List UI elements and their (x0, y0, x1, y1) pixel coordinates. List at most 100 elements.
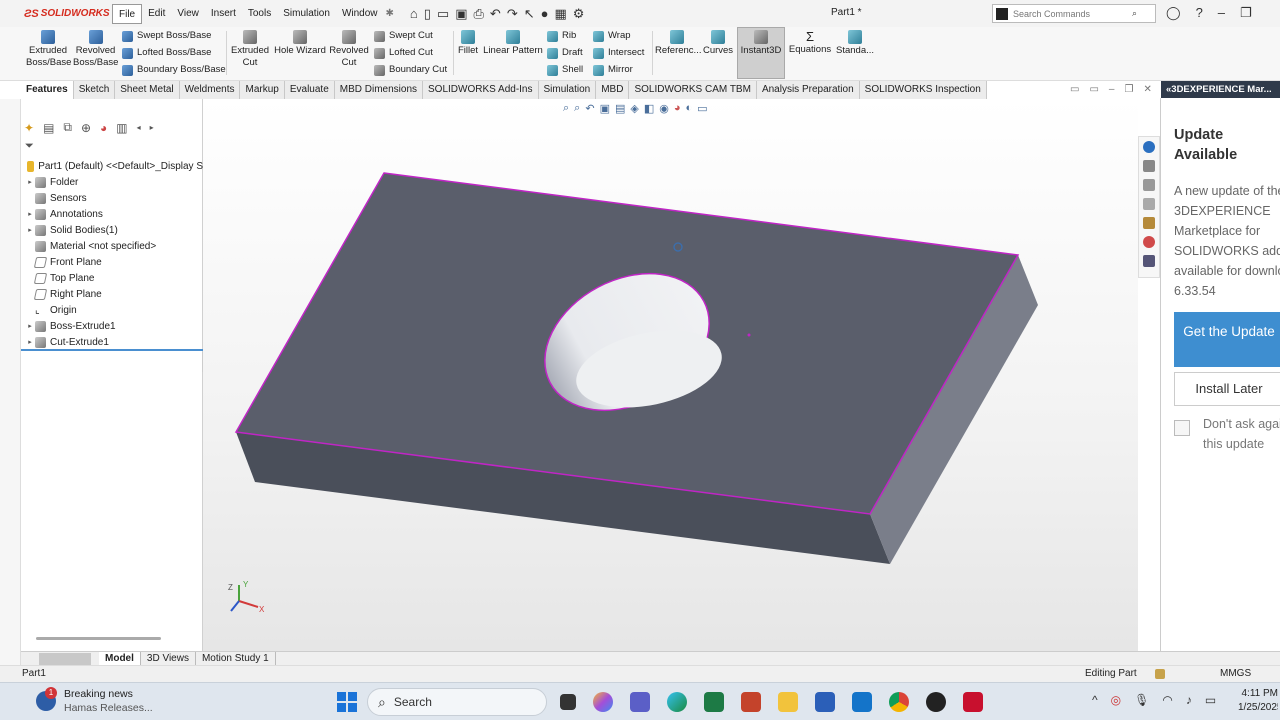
select-arrow-icon[interactable]: ↖ (524, 6, 535, 22)
tab-evaluate[interactable]: Evaluate (285, 81, 335, 99)
user-account-icon[interactable]: ◯ (1166, 5, 1181, 21)
revolved-boss-button[interactable]: Revolved Boss/Base (73, 30, 118, 69)
news-widget[interactable]: 1 Breaking news Hamas Releases... (36, 687, 153, 715)
revolved-cut-button[interactable]: Revolved Cut (329, 30, 369, 69)
home-icon[interactable]: ⌂ (410, 6, 418, 21)
curves-button[interactable]: Curves (702, 30, 734, 57)
traffic-light-icon[interactable]: ● (541, 6, 549, 21)
close-doc-icon[interactable]: ✕ (1143, 84, 1151, 95)
chrome-icon[interactable] (889, 692, 909, 712)
pin-icon[interactable]: ✱ (386, 8, 394, 19)
tab-simulation[interactable]: Simulation (539, 81, 597, 99)
file-explorer-icon[interactable] (1143, 198, 1155, 210)
tree-item-solid-bodies[interactable]: ▸ Solid Bodies(1) (21, 222, 203, 238)
tree-item-sensors[interactable]: Sensors (21, 190, 203, 206)
float-window-icon[interactable]: ▭ (1089, 84, 1098, 95)
feature-tree-scrollbar[interactable] (36, 637, 161, 640)
lofted-boss-button[interactable]: Lofted Boss/Base (122, 47, 211, 59)
antivirus-icon[interactable]: ◎ (1111, 693, 1121, 707)
undo-icon[interactable]: ↶ (490, 6, 501, 22)
taskbar-search-box[interactable]: ⌕ Search (367, 688, 547, 716)
new-document-icon[interactable]: ▯ (424, 6, 431, 22)
part-model[interactable] (203, 99, 1138, 651)
extruded-cut-button[interactable]: Extruded Cut (230, 30, 270, 69)
hole-wizard-button[interactable]: Hole Wizard (273, 30, 327, 57)
display-manager-icon[interactable]: ◕ (100, 121, 107, 135)
excel-icon[interactable] (704, 692, 724, 712)
print-icon[interactable]: ⎙ (474, 6, 484, 22)
dimxpert-manager-icon[interactable]: ⊕ (81, 121, 91, 135)
tree-item-right-plane[interactable]: Right Plane (21, 286, 203, 302)
tile-window-icon[interactable]: ▭ (1070, 84, 1079, 95)
recorder-icon[interactable] (926, 692, 946, 712)
feature-manager-tree-icon[interactable]: ✦ (24, 121, 34, 135)
reference-geometry-button[interactable]: Referenc... (655, 30, 701, 57)
tabs-right-arrow-icon[interactable]: ▸ (150, 123, 154, 132)
tree-item-origin[interactable]: ⌞ Origin (21, 302, 203, 318)
rollback-bar[interactable] (21, 349, 203, 351)
lofted-cut-button[interactable]: Lofted Cut (374, 47, 433, 59)
menu-view[interactable]: View (171, 4, 205, 24)
save-icon[interactable]: ▣ (455, 6, 467, 22)
wrap-button[interactable]: Wrap (593, 30, 631, 42)
swept-boss-button[interactable]: Swept Boss/Base (122, 30, 211, 42)
tab-mbd-dimensions[interactable]: MBD Dimensions (335, 81, 424, 99)
tab-solidworks-add-ins[interactable]: SOLIDWORKS Add-Ins (423, 81, 539, 99)
teams-icon[interactable] (630, 692, 650, 712)
graphics-area[interactable]: ⌕ ⌕ ↶ ▣ ▤ ◈ ◧ ◉ ◕ ◐ ▭ Z Y X (203, 99, 1138, 651)
menu-file[interactable]: File (112, 3, 143, 24)
tree-item-front-plane[interactable]: Front Plane (21, 254, 203, 270)
battery-icon[interactable]: ▭ (1205, 693, 1216, 707)
tree-item-folder[interactable]: ▸ Folder (21, 174, 203, 190)
standard-views-button[interactable]: Standa... (836, 30, 874, 57)
copilot-icon[interactable] (593, 692, 613, 712)
instant3d-button[interactable]: Instant3D (738, 30, 784, 57)
tab-motion-study-1[interactable]: Motion Study 1 (196, 652, 276, 665)
restore-window-icon[interactable]: ❐ (1240, 5, 1252, 21)
tab-analysis-preparation[interactable]: Analysis Preparation (757, 81, 860, 99)
draft-button[interactable]: Draft (547, 47, 583, 59)
taskbar-clock[interactable]: 4:11 PM 1/25/2025 (1238, 687, 1278, 715)
tab-scroll-arrows[interactable] (39, 652, 91, 665)
mirror-button[interactable]: Mirror (593, 64, 633, 76)
tab-features[interactable]: Features (21, 81, 74, 99)
tab-mbd[interactable]: MBD (596, 81, 630, 99)
search-icon[interactable]: ⌕ (1132, 8, 1137, 19)
view-palette-icon[interactable] (1143, 217, 1155, 229)
dont-ask-again-checkbox[interactable] (1174, 420, 1190, 436)
fillet-button[interactable]: Fillet (456, 30, 480, 57)
minimize-doc-icon[interactable]: – (1109, 84, 1115, 95)
tree-item-top-plane[interactable]: Top Plane (21, 270, 203, 286)
solidworks-logo[interactable]: ƧS SOLIDWORKS (0, 8, 112, 20)
tab-weldments[interactable]: Weldments (180, 81, 241, 99)
unit-system[interactable]: MMGS (1220, 666, 1251, 682)
file-explorer-icon[interactable] (778, 692, 798, 712)
show-hidden-icons-icon[interactable]: ^ (1092, 693, 1098, 707)
tab-model[interactable]: Model (99, 652, 141, 665)
filter-icon[interactable]: ⏷ (25, 140, 34, 153)
menu-edit[interactable]: Edit (142, 4, 171, 24)
install-later-button[interactable]: Install Later (1174, 372, 1280, 406)
property-manager-icon[interactable]: ▤ (43, 121, 54, 135)
tree-item-material[interactable]: Material <not specified> (21, 238, 203, 254)
tab-markup[interactable]: Markup (240, 81, 285, 99)
tree-item-boss-extrude1[interactable]: ▸ Boss-Extrude1 (21, 318, 203, 334)
menu-insert[interactable]: Insert (205, 4, 242, 24)
powerpoint-icon[interactable] (741, 692, 761, 712)
swept-cut-button[interactable]: Swept Cut (374, 30, 433, 42)
appearances-icon[interactable] (1143, 236, 1155, 248)
help-icon[interactable]: ? (1196, 5, 1203, 21)
solidworks-resources-icon[interactable] (1143, 160, 1155, 172)
extruded-boss-button[interactable]: Extruded Boss/Base (26, 30, 71, 69)
tab-sketch[interactable]: Sketch (74, 81, 116, 99)
menu-tools[interactable]: Tools (242, 4, 277, 24)
rebuild-status-icon[interactable] (1155, 669, 1165, 679)
tab-solidworks-cam-tbm[interactable]: SOLIDWORKS CAM TBM (629, 81, 757, 99)
intersect-button[interactable]: Intersect (593, 47, 644, 59)
search-commands-box[interactable]: Search Commands ⌕ (992, 4, 1156, 23)
menu-window[interactable]: Window (336, 4, 384, 24)
tab-sheet-metal[interactable]: Sheet Metal (115, 81, 180, 99)
redo-icon[interactable]: ↷ (507, 6, 518, 22)
tab-3d-views[interactable]: 3D Views (141, 652, 196, 665)
open-folder-icon[interactable]: ▭ (437, 6, 449, 22)
